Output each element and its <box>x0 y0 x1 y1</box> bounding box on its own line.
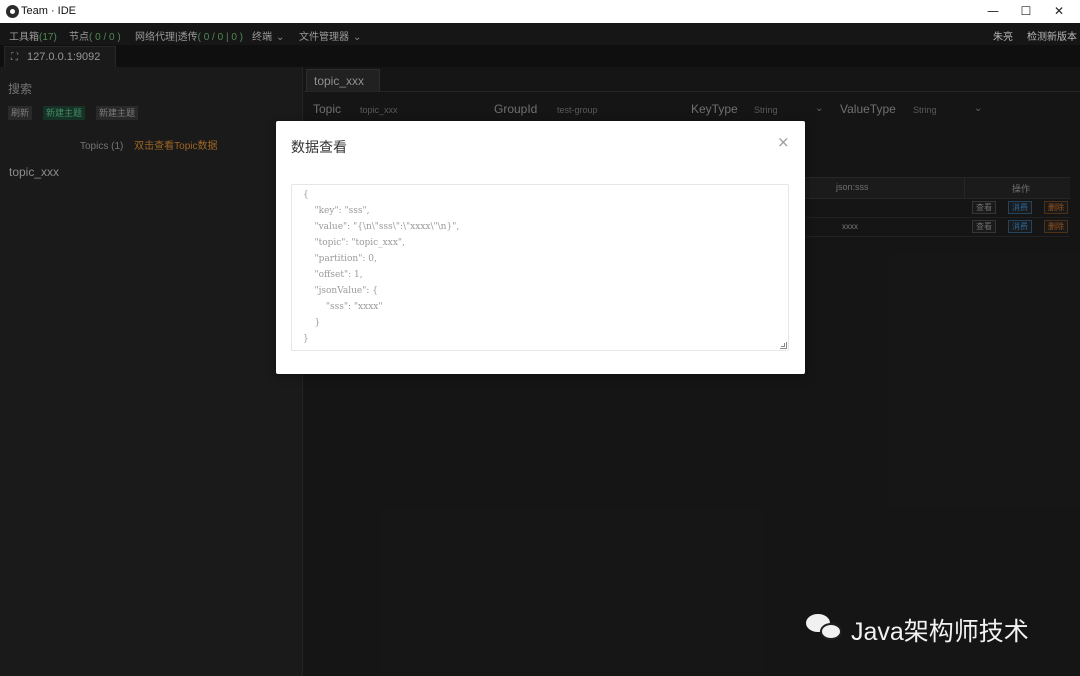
json-line: "topic": "topic_xxx", <box>303 238 405 248</box>
menu-file-manager[interactable]: 文件管理器 ⌄ <box>299 28 361 43</box>
json-line: { <box>303 190 309 200</box>
menu-proxy-label: 网络代理|透传 <box>135 32 198 43</box>
menu-terminal[interactable]: 终端 ⌄ <box>252 28 284 43</box>
app-logo-icon <box>6 5 19 18</box>
close-icon[interactable]: × <box>777 133 790 151</box>
json-line: "sss": "xxxx" <box>303 302 383 312</box>
json-line: "partition": 0, <box>303 254 377 264</box>
watermark-text: Java架构师技术 <box>851 618 1029 646</box>
menu-nodes-count: ( 0 / 0 ) <box>89 32 121 43</box>
json-textarea[interactable]: { "key": "sss", "value": "{\n\"sss\":\"x… <box>291 184 789 351</box>
json-line: "offset": 1, <box>303 270 363 280</box>
close-window-button[interactable]: ✕ <box>1044 3 1074 20</box>
menu-proxy[interactable]: 网络代理|透传( 0 / 0 | 0 ) <box>135 28 243 43</box>
json-line: } <box>303 334 309 344</box>
menu-toolbox-label: 工具箱 <box>9 32 39 43</box>
watermark: Java架构师技术 <box>806 610 1056 646</box>
window-title: Team · IDE <box>21 5 77 17</box>
menu-toolbox-count: (17) <box>39 32 57 43</box>
maximize-button[interactable]: ☐ <box>1011 3 1041 20</box>
modal-title: 数据查看 <box>291 139 347 155</box>
wechat-icon-bubble <box>820 623 842 640</box>
data-view-modal: 数据查看 × { "key": "sss", "value": "{\n\"ss… <box>276 121 805 374</box>
chevron-down-icon: ⌄ <box>353 32 362 43</box>
app-menu-bar: 工具箱(17) 节点( 0 / 0 ) 网络代理|透传( 0 / 0 | 0 )… <box>0 23 1080 45</box>
menu-nodes[interactable]: 节点( 0 / 0 ) <box>69 28 121 43</box>
minimize-button[interactable]: — <box>978 3 1008 20</box>
json-line: } <box>303 318 321 328</box>
menu-file-manager-label: 文件管理器 <box>299 32 349 43</box>
window-title-bar: Team · IDE — ☐ ✕ <box>0 0 1080 24</box>
json-line: "value": "{\n\"sss\":\"xxxx\"\n}", <box>303 222 460 232</box>
json-line: "key": "sss", <box>303 206 370 216</box>
menu-terminal-label: 终端 <box>252 32 272 43</box>
menu-nodes-label: 节点 <box>69 32 89 43</box>
menu-toolbox[interactable]: 工具箱(17) <box>9 28 57 43</box>
menu-proxy-count: ( 0 / 0 | 0 ) <box>197 32 243 43</box>
json-line: "jsonValue": { <box>303 286 379 296</box>
resize-grip-icon[interactable] <box>780 342 787 349</box>
chevron-down-icon: ⌄ <box>276 32 285 43</box>
user-name[interactable]: 朱亮 <box>993 28 1013 43</box>
check-update-button[interactable]: 检测新版本 <box>1027 28 1077 43</box>
